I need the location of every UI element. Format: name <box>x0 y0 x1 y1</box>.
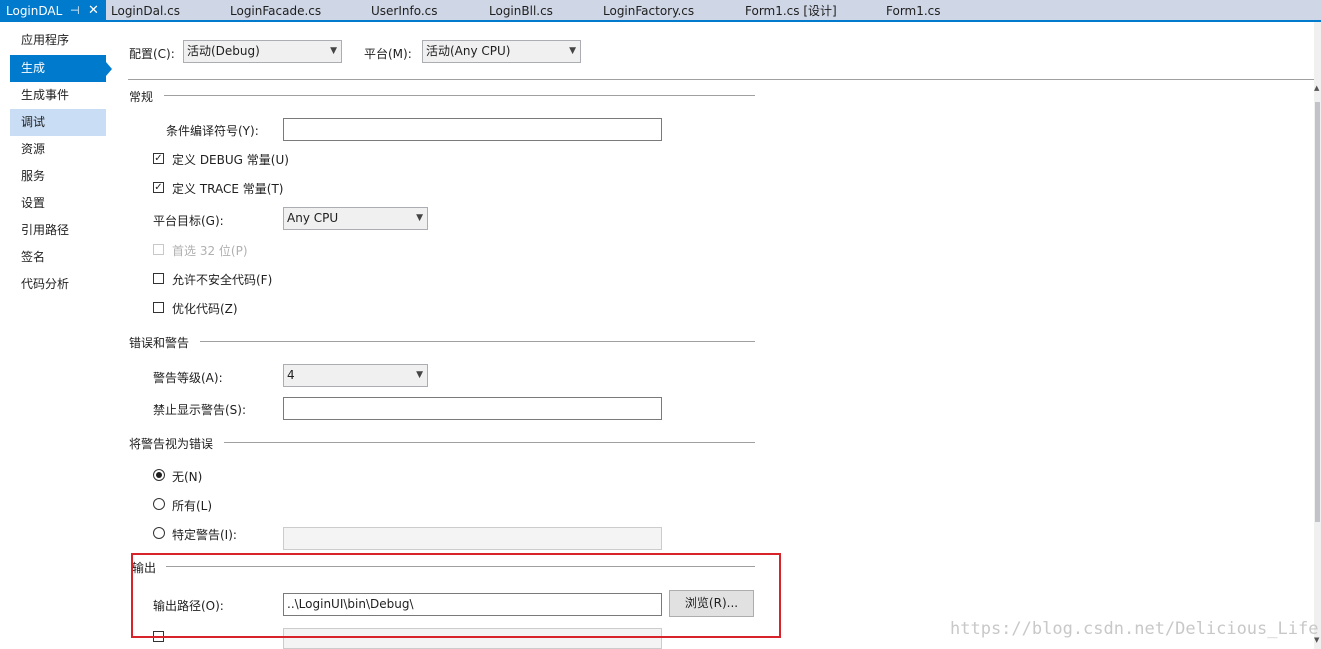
chevron-down-icon: ▼ <box>416 370 423 380</box>
config-dropdown[interactable]: 活动(Debug) ▼ <box>183 40 342 63</box>
sidebar-item-reference-paths[interactable]: 引用路径 <box>10 217 106 244</box>
sidebar-item-debug[interactable]: 调试 <box>10 109 106 136</box>
prefer-32bit-label: 首选 32 位(P) <box>172 244 248 258</box>
conditional-symbols-label: 条件编译符号(Y): <box>166 124 259 138</box>
tab-logindal[interactable]: LoginDAL ⊣ ✕ <box>0 0 106 20</box>
suppress-warnings-label: 禁止显示警告(S): <box>153 403 247 417</box>
platform-target-value: Any CPU <box>287 211 339 225</box>
section-treat-warnings-title: 将警告视为错误 <box>129 437 214 451</box>
tab-userinfo-cs[interactable]: UserInfo.cs <box>371 0 438 20</box>
sidebar-item-application[interactable]: 应用程序 <box>10 27 106 54</box>
sidebar-item-build-events[interactable]: 生成事件 <box>10 82 106 109</box>
define-trace-label: 定义 TRACE 常量(T) <box>172 182 284 196</box>
tab-form1-cs[interactable]: Form1.cs <box>886 0 941 20</box>
scroll-up-icon[interactable]: ▲ <box>1314 84 1319 92</box>
optimize-code-label: 优化代码(Z) <box>172 302 238 316</box>
treat-none-label: 无(N) <box>172 470 203 484</box>
define-debug-checkbox[interactable]: ✓ <box>153 153 164 164</box>
treat-specific-radio[interactable] <box>153 527 165 539</box>
optimize-code-checkbox[interactable] <box>153 302 164 313</box>
config-label: 配置(C): <box>129 47 175 61</box>
vertical-scrollbar[interactable]: ▲ ▼ <box>1314 22 1321 649</box>
tab-loginfacade-cs[interactable]: LoginFacade.cs <box>230 0 321 20</box>
warning-level-dropdown[interactable]: 4 ▼ <box>283 364 428 387</box>
platform-target-dropdown[interactable]: Any CPU ▼ <box>283 207 428 230</box>
platform-target-label: 平台目标(G): <box>153 214 224 228</box>
prefer-32bit-checkbox <box>153 244 164 255</box>
chevron-down-icon: ▼ <box>416 213 423 223</box>
treat-all-label: 所有(L) <box>172 499 213 513</box>
platform-dropdown[interactable]: 活动(Any CPU) ▼ <box>422 40 581 63</box>
sidebar-item-resources[interactable]: 资源 <box>10 136 106 163</box>
scroll-thumb[interactable] <box>1315 102 1320 522</box>
platform-value: 活动(Any CPU) <box>426 44 511 58</box>
config-value: 活动(Debug) <box>187 44 260 58</box>
section-divider <box>200 341 755 342</box>
header-divider <box>128 79 1314 80</box>
document-tab-bar: LoginDAL ⊣ ✕ LoginDal.cs LoginFacade.cs … <box>0 0 1321 22</box>
treat-all-radio[interactable] <box>153 498 165 510</box>
warning-level-label: 警告等级(A): <box>153 371 223 385</box>
conditional-symbols-input[interactable] <box>283 118 662 141</box>
tab-logindal-cs[interactable]: LoginDal.cs <box>111 0 180 20</box>
tab-loginfactory-cs[interactable]: LoginFactory.cs <box>603 0 694 20</box>
section-errors-title: 错误和警告 <box>129 336 190 350</box>
warning-level-value: 4 <box>287 368 295 382</box>
section-divider <box>164 95 755 96</box>
close-icon[interactable]: ✕ <box>88 0 99 22</box>
suppress-warnings-input[interactable] <box>283 397 662 420</box>
allow-unsafe-checkbox[interactable] <box>153 273 164 284</box>
tab-form1-design[interactable]: Form1.cs [设计] <box>745 0 837 20</box>
output-highlight-box <box>131 553 781 638</box>
define-debug-label: 定义 DEBUG 常量(U) <box>172 153 289 167</box>
pin-icon[interactable]: ⊣ <box>70 0 80 22</box>
section-general-title: 常规 <box>129 90 154 104</box>
specific-warnings-input <box>283 527 662 550</box>
define-trace-checkbox[interactable]: ✓ <box>153 182 164 193</box>
treat-specific-label: 特定警告(I): <box>172 528 237 542</box>
section-divider <box>224 442 755 443</box>
property-page-sidebar: 应用程序 生成 生成事件 调试 资源 服务 设置 引用路径 签名 代码分析 <box>0 22 118 649</box>
sidebar-item-signing[interactable]: 签名 <box>10 244 106 271</box>
chevron-down-icon: ▼ <box>569 46 576 56</box>
sidebar-item-build[interactable]: 生成 <box>10 55 112 82</box>
tab-loginbll-cs[interactable]: LoginBll.cs <box>489 0 553 20</box>
sidebar-item-code-analysis[interactable]: 代码分析 <box>10 271 106 298</box>
tab-label: LoginDAL <box>6 4 63 18</box>
chevron-down-icon: ▼ <box>330 46 337 56</box>
platform-label: 平台(M): <box>364 47 412 61</box>
allow-unsafe-label: 允许不安全代码(F) <box>172 273 273 287</box>
watermark: https://blog.csdn.net/Delicious_Life <box>950 619 1319 639</box>
sidebar-item-services[interactable]: 服务 <box>10 163 106 190</box>
sidebar-item-settings[interactable]: 设置 <box>10 190 106 217</box>
treat-none-radio[interactable] <box>153 469 165 481</box>
